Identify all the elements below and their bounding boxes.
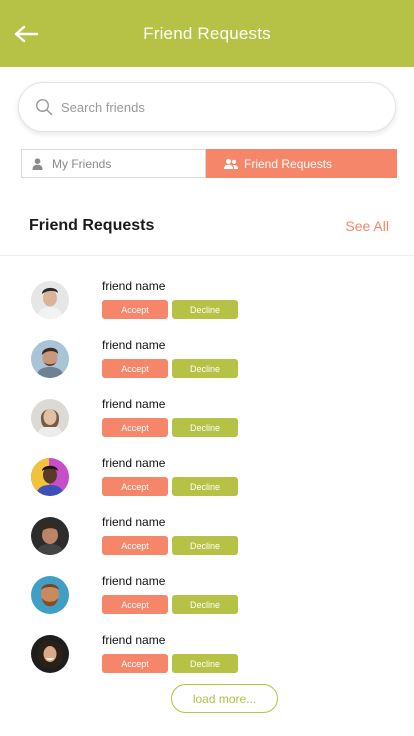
search-icon: [35, 98, 53, 116]
section-header: Friend Requests See All: [29, 217, 389, 235]
list-item: friend name Accept Decline: [0, 512, 414, 571]
accept-button[interactable]: Accept: [102, 477, 168, 496]
avatar: [31, 281, 69, 319]
avatar: [31, 576, 69, 614]
divider: [0, 255, 414, 256]
list-item: friend name Accept Decline: [0, 571, 414, 630]
list-item: friend name Accept Decline: [0, 394, 414, 453]
accept-button[interactable]: Accept: [102, 359, 168, 378]
search-bar: [18, 82, 396, 132]
decline-button[interactable]: Decline: [172, 300, 238, 319]
accept-button[interactable]: Accept: [102, 536, 168, 555]
accept-button[interactable]: Accept: [102, 595, 168, 614]
friend-name: friend name: [102, 279, 166, 293]
friend-name: friend name: [102, 397, 166, 411]
decline-button[interactable]: Decline: [172, 654, 238, 673]
load-more-button[interactable]: load more...: [171, 684, 278, 713]
tab-label: Friend Requests: [244, 156, 333, 171]
list-item: friend name Accept Decline: [0, 276, 414, 335]
avatar: [31, 458, 69, 496]
accept-button[interactable]: Accept: [102, 654, 168, 673]
app-header: Friend Requests: [0, 0, 414, 67]
avatar: [31, 517, 69, 555]
section-title: Friend Requests: [29, 217, 155, 234]
list-item: friend name Accept Decline: [0, 630, 414, 689]
see-all-link[interactable]: See All: [345, 218, 389, 234]
decline-button[interactable]: Decline: [172, 418, 238, 437]
arrow-left-icon: [14, 25, 39, 43]
decline-button[interactable]: Decline: [172, 595, 238, 614]
friend-name: friend name: [102, 633, 166, 647]
list-item: friend name Accept Decline: [0, 335, 414, 394]
users-icon: [224, 158, 238, 170]
back-button[interactable]: [12, 22, 40, 46]
friends-tabs: My Friends Friend Requests: [21, 149, 397, 178]
friend-name: friend name: [102, 574, 166, 588]
user-icon: [32, 157, 46, 170]
friend-name: friend name: [102, 456, 166, 470]
decline-button[interactable]: Decline: [172, 536, 238, 555]
accept-button[interactable]: Accept: [102, 418, 168, 437]
tab-label: My Friends: [52, 156, 112, 171]
avatar: [31, 340, 69, 378]
friend-name: friend name: [102, 338, 166, 352]
friend-name: friend name: [102, 515, 166, 529]
page-title: Friend Requests: [143, 23, 271, 43]
avatar: [31, 399, 69, 437]
friend-request-list: friend name Accept Decline friend name A…: [0, 276, 414, 689]
decline-button[interactable]: Decline: [172, 477, 238, 496]
search-input[interactable]: [61, 99, 361, 115]
accept-button[interactable]: Accept: [102, 300, 168, 319]
list-item: friend name Accept Decline: [0, 453, 414, 512]
avatar: [31, 635, 69, 673]
tab-my-friends[interactable]: My Friends: [21, 149, 206, 178]
tab-friend-requests[interactable]: Friend Requests: [206, 149, 397, 178]
decline-button[interactable]: Decline: [172, 359, 238, 378]
